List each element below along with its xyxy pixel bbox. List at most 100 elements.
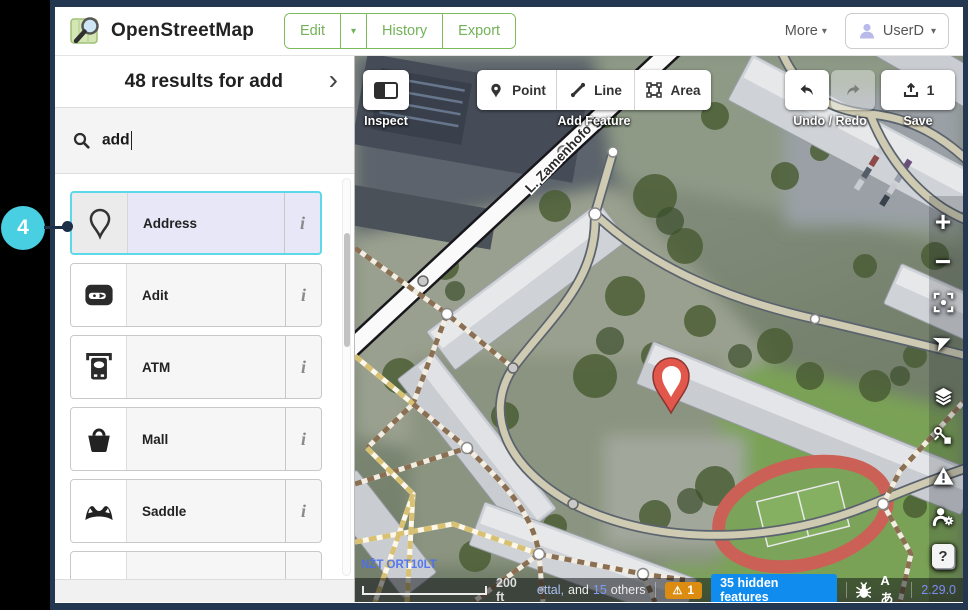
user-name: UserD xyxy=(883,23,924,39)
preset-item-atm[interactable]: ATM i xyxy=(70,335,322,399)
inspect-cluster: Inspect xyxy=(363,70,409,128)
inspect-label: Inspect xyxy=(364,114,408,128)
inspect-panel-icon xyxy=(374,82,398,99)
frame-target-icon xyxy=(932,291,955,314)
atm-icon xyxy=(82,350,116,384)
user-menu-button[interactable]: UserD ▾ xyxy=(845,13,949,49)
address-pin-icon xyxy=(83,206,117,240)
export-button[interactable]: Export xyxy=(443,14,515,48)
redo-button[interactable] xyxy=(831,70,875,110)
history-button[interactable]: History xyxy=(367,14,443,48)
undo-redo-label: Undo / Redo xyxy=(793,114,867,128)
save-label: Save xyxy=(903,114,932,128)
chevron-down-icon: ▾ xyxy=(351,26,356,37)
zoom-out-button[interactable]: − xyxy=(927,246,959,278)
openstreetmap-logo-icon xyxy=(69,14,103,48)
undo-redo-cluster: Undo / Redo xyxy=(785,70,875,128)
hidden-features-button[interactable]: 35 hidden features xyxy=(711,574,837,603)
adit-icon xyxy=(82,278,116,312)
preset-item-saddle[interactable]: Saddle i xyxy=(70,479,322,543)
saddle-icon xyxy=(82,494,116,528)
search-sidebar: 48 results for add › add Address xyxy=(55,56,355,602)
undo-icon xyxy=(798,82,816,99)
preset-result-list: Address i Adit i xyxy=(55,175,354,579)
search-bar[interactable]: add xyxy=(55,108,354,174)
preferences-button[interactable] xyxy=(927,500,959,532)
add-area-button[interactable]: Area xyxy=(635,70,711,110)
preset-info-button[interactable] xyxy=(285,552,321,579)
add-line-button[interactable]: Line xyxy=(557,70,635,110)
undo-button[interactable] xyxy=(785,70,829,110)
site-title: OpenStreetMap xyxy=(111,20,254,42)
results-title: 48 results for add xyxy=(79,71,329,93)
preset-info-button[interactable]: i xyxy=(285,480,321,542)
scrollbar-thumb[interactable] xyxy=(344,233,350,347)
attribution-link[interactable]: ettal, xyxy=(537,583,564,597)
issues-count-badge[interactable]: ⚠ 1 xyxy=(665,582,703,599)
upload-icon xyxy=(902,81,920,99)
issues-button[interactable] xyxy=(927,460,959,492)
top-header: OpenStreetMap Edit ▾ History Export More… xyxy=(55,7,963,56)
edit-dropdown-caret[interactable]: ▾ xyxy=(341,14,367,48)
mall-basket-icon xyxy=(82,422,116,456)
line-icon xyxy=(569,81,587,99)
save-button[interactable]: 1 xyxy=(881,70,955,110)
preset-item-adit[interactable]: Adit i xyxy=(70,263,322,327)
save-count-badge: 1 xyxy=(927,82,935,98)
inspect-button[interactable] xyxy=(363,70,409,110)
version-link[interactable]: 2.29.0 xyxy=(921,583,956,597)
collapse-chevron-icon[interactable]: › xyxy=(329,66,344,98)
preset-label: Address xyxy=(128,193,284,253)
preset-info-button[interactable]: i xyxy=(284,193,320,253)
report-bug-icon[interactable] xyxy=(856,582,872,599)
imagery-attribution: ettal, and 15 others xyxy=(537,583,646,597)
edit-nav-group: Edit ▾ History Export xyxy=(284,13,516,49)
preset-info-button[interactable]: i xyxy=(285,408,321,470)
imagery-label: NŽT ORT10LT xyxy=(361,558,437,571)
area-icon xyxy=(645,81,663,99)
preset-label: ATM xyxy=(127,336,285,398)
preset-label: Mall xyxy=(127,408,285,470)
help-button[interactable]: ? xyxy=(927,540,959,572)
divider xyxy=(846,582,847,598)
help-icon: ? xyxy=(938,548,947,565)
preset-label: Saddle xyxy=(127,480,285,542)
preset-item-mall[interactable]: Mall i xyxy=(70,407,322,471)
annotation-badge-4: 4 xyxy=(1,206,45,250)
add-point-button[interactable]: Point xyxy=(477,70,557,110)
divider xyxy=(911,582,912,598)
preset-item-partial[interactable] xyxy=(70,551,322,579)
translate-icon[interactable]: Aあ xyxy=(880,573,902,602)
text-cursor xyxy=(131,131,133,150)
sidebar-footer xyxy=(55,579,354,602)
zoom-to-selection-button[interactable] xyxy=(927,286,959,318)
scale-label: 200 ft xyxy=(496,576,528,602)
partial-preset-icon xyxy=(82,566,116,579)
map-controls: + − xyxy=(927,206,959,580)
background-settings-button[interactable] xyxy=(927,380,959,412)
preset-item-address[interactable]: Address i xyxy=(70,191,322,255)
attribution-others-link[interactable]: 15 xyxy=(593,583,607,597)
redo-icon xyxy=(844,82,862,99)
edit-button[interactable]: Edit xyxy=(285,14,341,48)
preset-label: Adit xyxy=(127,264,285,326)
warning-triangle-icon xyxy=(932,465,955,488)
layers-icon xyxy=(932,385,955,408)
add-feature-cluster: Point Line xyxy=(477,70,711,128)
header-right: More ▾ UserD ▾ xyxy=(785,13,949,49)
zoom-in-button[interactable]: + xyxy=(927,206,959,238)
map-status-bar: 200 ft ettal, and 15 others ⚠ 1 35 hidde… xyxy=(355,578,963,602)
point-pin-icon xyxy=(487,81,505,99)
geolocate-button[interactable] xyxy=(927,326,959,358)
more-menu[interactable]: More ▾ xyxy=(785,23,827,39)
chevron-down-icon: ▾ xyxy=(931,26,936,37)
map-canvas[interactable]: L. Zamenhofo g. NŽT ORT10LT Inspect xyxy=(355,56,963,602)
search-icon xyxy=(73,132,90,149)
list-scrollbar[interactable] xyxy=(342,178,351,576)
preset-info-button[interactable]: i xyxy=(285,336,321,398)
scale-bar xyxy=(362,586,487,595)
user-avatar-icon xyxy=(858,22,876,40)
search-input[interactable]: add xyxy=(102,132,130,149)
map-data-button[interactable] xyxy=(927,420,959,452)
preset-info-button[interactable]: i xyxy=(285,264,321,326)
